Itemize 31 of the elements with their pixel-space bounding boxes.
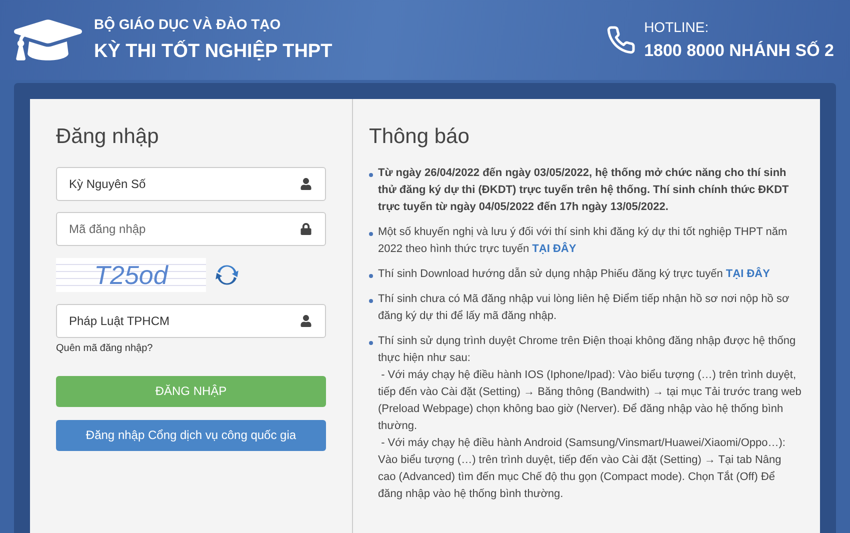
notice-text: Thí sinh chưa có Mã đăng nhập vui lòng liên hệ Điểm tiếp nhận hồ sơ nơi nộp hồ sơ đăng ký dự thi để lấy mã đăng nhập. — [378, 292, 790, 324]
here-link[interactable]: TẠI ĐÂY — [532, 242, 576, 254]
notice-text: Một số khuyến nghị và lưu ý đối với thí sinh khi đăng ký dự thi tốt nghiệp THPT năm 2022 theo hình thức trực tuyến TẠI ĐÂY — [378, 224, 788, 256]
notice-text: Thí sinh sử dụng trình duyệt Chrome trên Điện thoại không đăng nhập được hệ thống thực hiện như sau: — [378, 334, 797, 366]
hotline-number: 1800 8000 NHÁNH SỐ 2 — [644, 40, 834, 62]
bullet-icon — [369, 232, 373, 236]
exam-title: KỲ THI TỐT NGHIỆP THPT — [94, 39, 332, 64]
hotline-label: HOTLINE: — [644, 18, 710, 37]
user-icon — [300, 314, 312, 326]
notice-text: Từ ngày 26/04/2022 đến ngày 03/05/2022, hệ thống mở chức năng cho thí sinh thử đăng ký dự thi (ĐKDT) trực tuyến trên hệ thống. Thí sinh chính thức ĐKDT trực tuyến từ ngày 04/05/2022 đến 17h ngày 13/05/2022. — [378, 166, 790, 214]
notice-text: Thí sinh Download hướng dẫn sử dụng nhập Phiếu đăng ký trực tuyến TẠI ĐÂY — [378, 266, 770, 282]
bullet-icon — [369, 274, 373, 278]
ministry-name: BỘ GIÁO DỤC VÀ ĐÀO TẠO — [94, 14, 282, 34]
bullet-icon — [369, 298, 373, 302]
input-field[interactable]: Pháp Luật TPHCM — [56, 304, 326, 338]
phone-icon — [606, 25, 636, 55]
bullet-icon — [369, 172, 373, 176]
notice-title: Thông báo — [369, 124, 470, 150]
forgot-code-link[interactable]: Quên mã đăng nhập? — [56, 340, 326, 356]
notice-detail: - Với máy chạy hệ điều hành Android (Samsung/Vinsmart/Huawei/Xiaomi/Oppo…): Vào biểu tượng (…) trên trình duyệt, tiếp đến vào Cài đặt (Setting) → Tại tab Nâng cao (Advanced) tìm đến mục Chế độ thu gọn (Compact mode). Chọn Tắt (Off) Để đăng nhập vào hệ thống bình thường. — [378, 436, 786, 502]
login-title: Đăng nhập — [56, 124, 160, 150]
captcha-image: T25od — [56, 258, 206, 292]
input-field[interactable]: Mã đăng nhập — [56, 212, 326, 246]
bullet-icon — [369, 340, 373, 344]
user-icon — [300, 178, 312, 190]
notice-detail: - Với máy chạy hệ điều hành IOS (Iphone/Ipad): Vào biểu tượng (…) trên trình duyệt, tiếp đến vào Cài đặt (Setting) → Băng thông (Bandwith) → tại mục Tải trước trang web (Preload Webpage) chọn không bao giờ (Nerver). Để đăng nhập vào hệ thống bình thường. — [378, 368, 802, 434]
input-field[interactable]: Kỳ Nguyên Số — [56, 166, 326, 200]
lock-icon — [300, 222, 312, 234]
login-button[interactable]: ĐĂNG NHẬP — [56, 376, 326, 406]
here-link[interactable]: TẠI ĐÂY — [726, 268, 770, 280]
public-portal-button[interactable]: Đăng nhập Cổng dịch vụ công quốc gia — [56, 420, 326, 450]
